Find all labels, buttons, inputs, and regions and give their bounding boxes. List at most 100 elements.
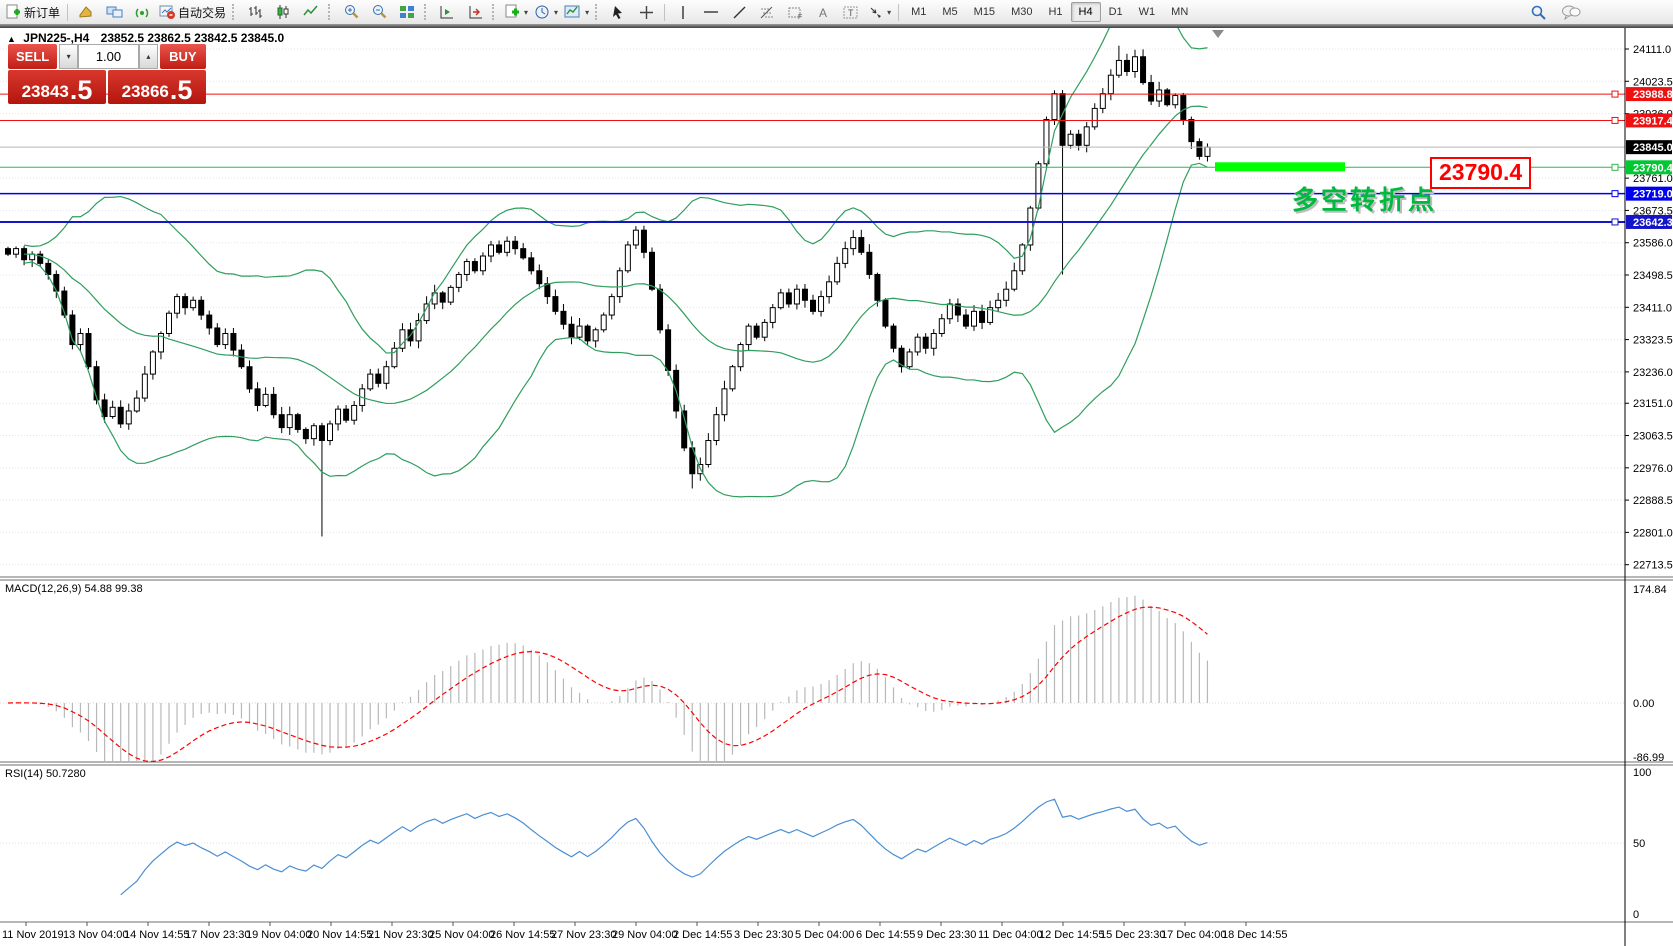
level-anchor[interactable] (1612, 91, 1618, 97)
price-tick-label: 23411.0 (1633, 302, 1672, 314)
candle (1157, 90, 1162, 101)
timeframe-h1[interactable]: H1 (1040, 2, 1070, 22)
timeframe-h4[interactable]: H4 (1071, 2, 1101, 22)
price-axis-label-text: 23845.0 (1633, 142, 1673, 154)
timeframe-m1[interactable]: M1 (903, 2, 934, 22)
price-tick-label: 23323.5 (1633, 335, 1673, 347)
time-axis-label: 29 Nov 04:00 (612, 929, 677, 941)
candlestick-chart-icon (275, 4, 291, 20)
terminal-button[interactable] (100, 2, 128, 22)
candle (134, 398, 139, 411)
candle (883, 300, 888, 326)
candle (521, 249, 526, 258)
trendline-tool-button[interactable] (725, 2, 753, 22)
sell-price-box[interactable]: 23843 .5 (8, 70, 106, 104)
candle (472, 262, 477, 271)
candle (617, 271, 622, 297)
highlight-bar[interactable] (1215, 162, 1345, 171)
macd-scale-label: -86.99 (1633, 752, 1664, 764)
gold-chart-icon (78, 4, 94, 20)
horizontal-line-tool-button[interactable] (697, 2, 725, 22)
tile-windows-button[interactable] (393, 2, 421, 22)
chart-shift-marker[interactable] (1212, 30, 1224, 38)
symbol-title: JPN225-,H4 (23, 31, 89, 45)
collapse-panel-icon[interactable]: ▲ (7, 34, 16, 44)
autotrading-button[interactable]: 自动交易 (156, 2, 229, 22)
candle (384, 367, 389, 384)
zoom-in-icon (343, 4, 360, 20)
periods-button[interactable]: ▾ (531, 2, 561, 22)
label-tool-button[interactable]: T (837, 2, 865, 22)
auto-scroll-button[interactable] (433, 2, 461, 22)
new-chart-button[interactable] (72, 2, 100, 22)
time-axis-label: 18 Dec 14:55 (1222, 929, 1287, 941)
channel-tool-button[interactable]: F (781, 2, 809, 22)
window-border (0, 24, 1673, 28)
new-order-button[interactable]: 新订单 (2, 2, 63, 22)
zoom-out-button[interactable] (365, 2, 393, 22)
candle (947, 304, 952, 319)
terminal-icon (106, 4, 123, 20)
candle (601, 315, 606, 330)
search-icon[interactable] (1530, 4, 1547, 21)
time-axis-label: 9 Dec 23:30 (917, 929, 976, 941)
candle (142, 374, 147, 398)
candle (247, 367, 252, 389)
candlestick-chart-button[interactable] (269, 2, 297, 22)
price-axis-label-text: 23642.3 (1633, 217, 1673, 229)
timeframe-w1[interactable]: W1 (1131, 2, 1164, 22)
buy-price-box[interactable]: 23866 .5 (108, 70, 206, 104)
candle (1133, 57, 1138, 72)
candle (1100, 94, 1105, 109)
candle (1141, 57, 1146, 83)
time-axis-label: 11 Dec 04:00 (978, 929, 1043, 941)
chat-icon[interactable] (1561, 4, 1581, 20)
line-chart-button[interactable] (297, 2, 325, 22)
indicators-button[interactable]: ▾ (501, 2, 531, 22)
level-anchor[interactable] (1612, 164, 1618, 170)
timeframe-m15[interactable]: M15 (966, 2, 1003, 22)
timeframe-m5[interactable]: M5 (934, 2, 965, 22)
level-anchor[interactable] (1612, 219, 1618, 225)
candle (1181, 95, 1186, 119)
timeframe-mn[interactable]: MN (1163, 2, 1196, 22)
candle (1068, 134, 1073, 145)
macd-plot (0, 596, 1625, 778)
arrows-tool-button[interactable]: ▾ (865, 2, 894, 22)
volume-decrease-button[interactable]: ▾ (59, 44, 78, 69)
candle (336, 409, 341, 424)
toolbar-grip (232, 4, 238, 20)
candle (593, 330, 598, 341)
signals-button[interactable] (128, 2, 156, 22)
candle (279, 415, 284, 428)
time-axis-label: 25 Nov 04:00 (429, 929, 494, 941)
volume-increase-button[interactable]: ▴ (139, 44, 158, 69)
crosshair-tool-button[interactable] (632, 2, 660, 22)
candle (505, 241, 510, 252)
candle (480, 256, 485, 271)
candle (78, 333, 83, 344)
text-tool-button[interactable]: A (809, 2, 837, 22)
buy-button[interactable]: BUY (160, 44, 206, 69)
cursor-icon (611, 5, 625, 20)
bar-chart-button[interactable] (241, 2, 269, 22)
fibonacci-tool-button[interactable] (753, 2, 781, 22)
rsi-line (121, 799, 1208, 895)
templates-button[interactable]: ▾ (561, 2, 592, 22)
chart-shift-button[interactable] (461, 2, 489, 22)
zoom-in-button[interactable] (337, 2, 365, 22)
candle (658, 289, 663, 330)
line-chart-icon (303, 4, 319, 20)
volume-input[interactable]: 1.00 (78, 44, 139, 69)
level-anchor[interactable] (1612, 191, 1618, 197)
timeframe-d1[interactable]: D1 (1101, 2, 1131, 22)
vertical-line-tool-button[interactable] (669, 2, 697, 22)
sell-button[interactable]: SELL (8, 44, 57, 69)
timeframe-m30[interactable]: M30 (1003, 2, 1040, 22)
level-anchor[interactable] (1612, 117, 1618, 123)
candle (1004, 289, 1009, 300)
time-axis-label: 20 Nov 14:55 (307, 929, 372, 941)
cursor-tool-button[interactable] (604, 2, 632, 22)
chart-canvas[interactable]: 24111.024023.523936.023761.023673.523586… (0, 0, 1673, 946)
price-callout-box[interactable]: 23790.4 (1430, 157, 1531, 189)
